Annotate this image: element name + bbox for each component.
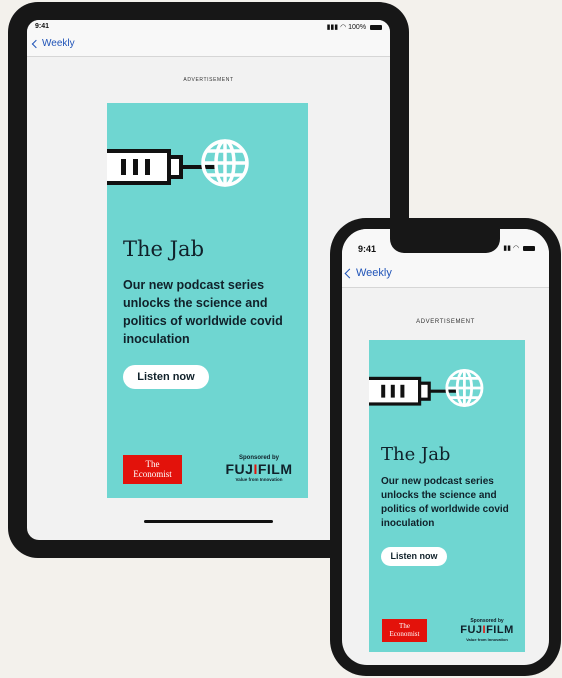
back-label: Weekly xyxy=(42,38,75,49)
phone-notch xyxy=(390,229,500,253)
sponsor-tagline: Value from Innovation xyxy=(466,637,508,642)
syringe-globe-illustration xyxy=(107,139,249,187)
sponsor-block: Sponsored by FUJIFILM Value from Innovat… xyxy=(223,455,295,482)
wifi-icon: ◠ xyxy=(512,245,520,252)
ad-banner[interactable]: The Jab Our new podcast series unlocks t… xyxy=(369,340,525,652)
economist-logo: The Economist xyxy=(123,455,182,484)
battery-icon xyxy=(370,24,382,30)
syringe-globe-illustration xyxy=(369,369,484,407)
ad-title: The Jab xyxy=(381,444,451,465)
ad-title: The Jab xyxy=(123,237,205,261)
globe-icon xyxy=(201,139,249,187)
battery-icon xyxy=(523,245,535,251)
back-button[interactable]: Weekly xyxy=(31,38,75,49)
syringe-icon xyxy=(369,376,457,406)
battery-percent: 100% xyxy=(348,24,367,31)
fujifilm-logo: FUJIFILM xyxy=(225,461,293,477)
ad-body: Our new podcast series unlocks the scien… xyxy=(381,476,509,529)
sponsor-block: Sponsored by FUJIFILM Value from Innovat… xyxy=(457,618,517,642)
status-bar: 9:41 ▮▮▮ ◠ 100% xyxy=(27,20,390,34)
ad-banner[interactable]: The Jab Our new podcast series unlocks t… xyxy=(107,103,308,498)
status-time: 9:41 xyxy=(358,244,377,254)
back-button[interactable]: Weekly xyxy=(344,267,392,279)
status-icons: ▮▮▮ ◠ 100% xyxy=(327,23,382,31)
chevron-left-icon xyxy=(344,268,355,278)
chevron-left-icon xyxy=(31,39,41,48)
home-indicator xyxy=(144,520,273,523)
globe-icon xyxy=(445,369,484,407)
nav-bar: Weekly xyxy=(342,259,549,288)
wifi-icon: ◠ xyxy=(340,24,347,31)
phone-device: 9:41 ▮▮ ◠ Weekly ADVERTISEMENT The Jab O… xyxy=(330,218,561,676)
status-icons: ▮▮ ◠ xyxy=(503,244,535,252)
syringe-icon xyxy=(107,149,215,185)
listen-now-button[interactable]: Listen now xyxy=(123,365,209,389)
listen-now-button[interactable]: Listen now xyxy=(381,547,447,566)
sponsor-tagline: Value from Innovation xyxy=(235,477,283,482)
economist-logo: The Economist xyxy=(382,619,427,642)
signal-icon: ▮▮▮ xyxy=(326,24,339,31)
phone-screen: 9:41 ▮▮ ◠ Weekly ADVERTISEMENT The Jab O… xyxy=(342,229,549,665)
back-label: Weekly xyxy=(356,267,392,279)
ad-body: Our new podcast series unlocks the scien… xyxy=(123,278,283,346)
advertisement-label: ADVERTISEMENT xyxy=(416,319,475,325)
status-time: 9:41 xyxy=(35,23,50,30)
advertisement-label: ADVERTISEMENT xyxy=(183,77,234,83)
fujifilm-logo: FUJIFILM xyxy=(460,624,514,636)
nav-bar: Weekly xyxy=(27,34,390,57)
signal-icon: ▮▮ xyxy=(503,245,511,252)
